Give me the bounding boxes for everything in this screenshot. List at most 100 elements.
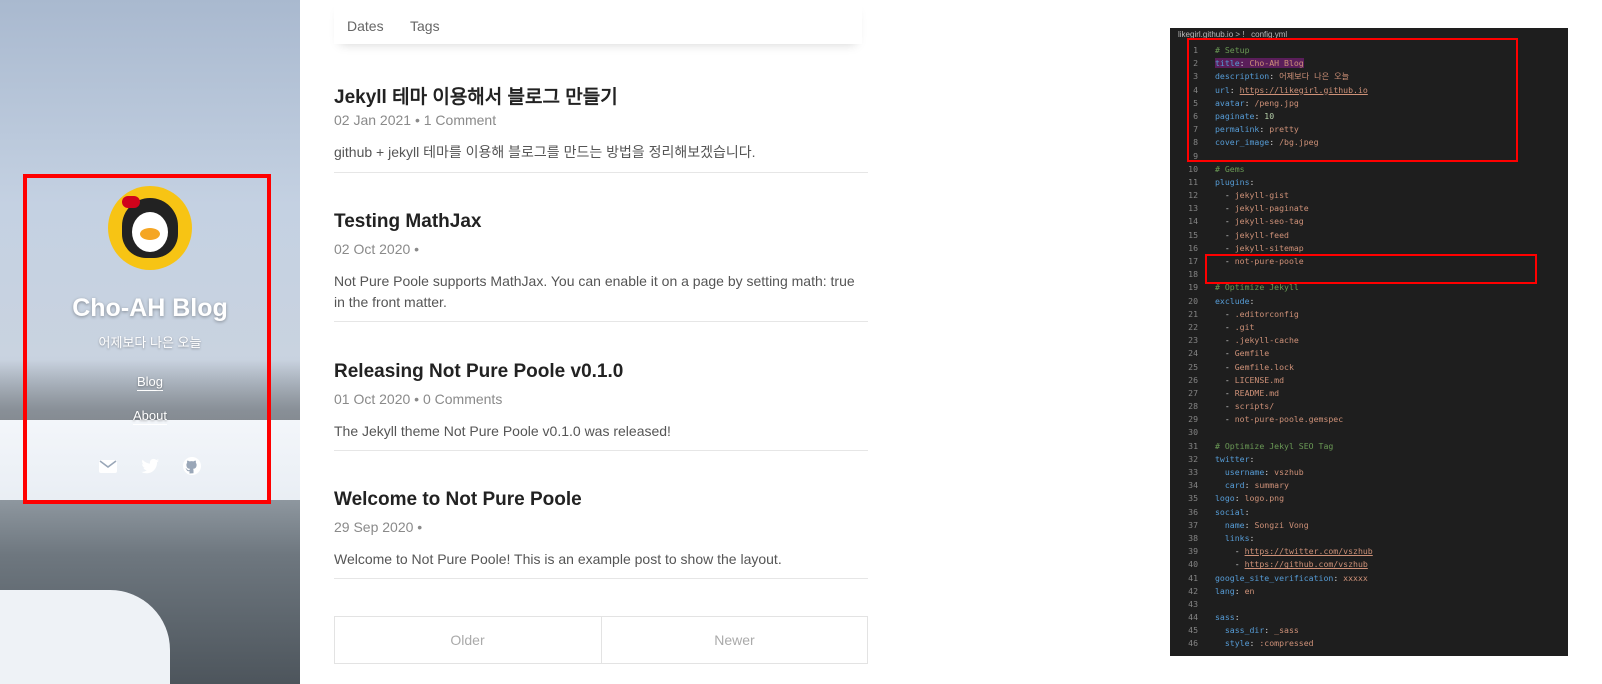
code-token: google_site_verification [1215, 572, 1334, 583]
code-line[interactable]: 40 - https://github.com/vszhub [1170, 558, 1568, 571]
code-line[interactable]: 21 - .editorconfig [1170, 308, 1568, 321]
line-text: sass_dir: _sass [1215, 624, 1299, 637]
line-text: - jekyll-seo-tag [1215, 215, 1304, 228]
code-line[interactable]: 37 name: Songzi Vong [1170, 519, 1568, 532]
line-text: sass: [1215, 611, 1240, 624]
code-line[interactable]: 32 twitter: [1170, 453, 1568, 466]
post-excerpt: The Jekyll theme Not Pure Poole v0.1.0 w… [334, 423, 671, 439]
sidebar-highlight-box [23, 174, 271, 504]
code-token: Songzi Vong [1254, 519, 1309, 530]
code-line[interactable]: 10 # Gems [1170, 163, 1568, 176]
line-number: 37 [1188, 519, 1198, 530]
line-number: 41 [1188, 572, 1198, 583]
code-line[interactable]: 30 [1170, 426, 1568, 439]
code-line[interactable]: 41 google_site_verification: xxxxx [1170, 572, 1568, 585]
code-line[interactable]: 11 plugins: [1170, 176, 1568, 189]
code-token: - [1215, 559, 1245, 570]
code-line[interactable]: 42 lang: en [1170, 585, 1568, 598]
line-number: 26 [1188, 374, 1198, 385]
code-token: : [1234, 585, 1245, 596]
line-number: 12 [1188, 190, 1198, 201]
code-token: : [1264, 625, 1275, 636]
line-text: - .editorconfig [1215, 308, 1299, 321]
line-text: - scripts/ [1215, 400, 1274, 413]
line-number: 44 [1188, 612, 1198, 623]
tab-dates[interactable]: Dates [347, 18, 384, 34]
code-token: card [1215, 480, 1245, 491]
code-token: logo.png [1244, 493, 1285, 504]
post-title[interactable]: Welcome to Not Pure Poole [334, 489, 582, 511]
older-button[interactable]: Older [335, 617, 600, 663]
post-meta: 02 Oct 2020 • [334, 241, 420, 257]
line-number: 46 [1188, 638, 1198, 649]
code-line[interactable]: 24 - Gemfile [1170, 347, 1568, 360]
code-token: sass [1215, 612, 1235, 623]
code-line[interactable]: 33 username: vszhub [1170, 466, 1568, 479]
code-line[interactable]: 25 - Gemfile.lock [1170, 361, 1568, 374]
code-line[interactable]: 13 - jekyll-paginate [1170, 202, 1568, 215]
code-line[interactable]: 15 - jekyll-feed [1170, 229, 1568, 242]
code-token: : [1249, 295, 1255, 306]
code-line[interactable]: 46 style: :compressed [1170, 637, 1568, 650]
code-line[interactable]: 12 - jekyll-gist [1170, 189, 1568, 202]
code-token: lang [1215, 585, 1235, 596]
code-token: https://twitter.com/vszhub [1244, 546, 1373, 557]
code-token: :compressed [1259, 638, 1314, 649]
code-line[interactable]: 38 links: [1170, 532, 1568, 545]
code-line[interactable]: 43 [1170, 598, 1568, 611]
code-token: LICENSE.md [1234, 374, 1285, 385]
code-token: : [1249, 638, 1260, 649]
post-title[interactable]: Releasing Not Pure Poole v0.1.0 [334, 361, 623, 383]
code-token: # Gems [1215, 163, 1245, 174]
post-title[interactable]: Jekyll 테마 이용해서 블로그 만들기 [334, 82, 618, 109]
line-number: 14 [1188, 216, 1198, 227]
line-text: exclude: [1215, 295, 1254, 308]
line-text: - https://github.com/vszhub [1215, 558, 1368, 571]
line-text: - jekyll-gist [1215, 189, 1289, 202]
post-title[interactable]: Testing MathJax [334, 211, 481, 233]
code-line[interactable]: 45 sass_dir: _sass [1170, 624, 1568, 637]
code-line[interactable]: 35 logo: logo.png [1170, 492, 1568, 505]
code-line[interactable]: 22 - .git [1170, 321, 1568, 334]
code-token: : [1249, 453, 1255, 464]
tab-tags[interactable]: Tags [410, 18, 440, 34]
code-line[interactable]: 28 - scripts/ [1170, 400, 1568, 413]
line-text: lang: en [1215, 585, 1254, 598]
post-item: Releasing Not Pure Poole v0.1.0 01 Oct 2… [334, 361, 868, 451]
line-text: # Gems [1215, 163, 1245, 176]
code-line[interactable]: 27 - README.md [1170, 387, 1568, 400]
code-token: .editorconfig [1234, 308, 1299, 319]
newer-button[interactable]: Newer [602, 617, 867, 663]
post-item: Jekyll 테마 이용해서 블로그 만들기 02 Jan 2021 • 1 C… [334, 82, 868, 173]
code-token: : [1333, 572, 1344, 583]
code-line[interactable]: 31 # Optimize Jekyl SEO Tag [1170, 440, 1568, 453]
code-line[interactable]: 14 - jekyll-seo-tag [1170, 215, 1568, 228]
code-line[interactable]: 44 sass: [1170, 611, 1568, 624]
line-number: 21 [1188, 308, 1198, 319]
code-token: - [1215, 335, 1235, 346]
code-line[interactable]: 36 social: [1170, 506, 1568, 519]
code-token: social [1215, 506, 1245, 517]
code-line[interactable]: 26 - LICENSE.md [1170, 374, 1568, 387]
code-line[interactable]: 29 - not-pure-poole.gemspec [1170, 413, 1568, 426]
line-number: 19 [1188, 282, 1198, 293]
code-token: : [1249, 176, 1255, 187]
code-line[interactable]: 23 - .jekyll-cache [1170, 334, 1568, 347]
post-excerpt: Not Pure Poole supports MathJax. You can… [334, 273, 855, 310]
line-number: 18 [1188, 269, 1198, 280]
line-text: - jekyll-paginate [1215, 202, 1309, 215]
line-number: 45 [1188, 625, 1198, 636]
post-meta: 02 Jan 2021 • 1 Comment [334, 112, 497, 128]
code-token: username [1215, 467, 1265, 477]
snowbank [0, 590, 170, 684]
code-token: https://github.com/vszhub [1244, 559, 1368, 570]
code-line[interactable]: 34 card: summary [1170, 479, 1568, 492]
code-line[interactable]: 39 - https://twitter.com/vszhub [1170, 545, 1568, 558]
line-number: 20 [1188, 295, 1198, 306]
line-number: 33 [1188, 467, 1198, 477]
line-number: 17 [1188, 256, 1198, 266]
code-line[interactable]: 20 exclude: [1170, 295, 1568, 308]
code-token: style [1215, 638, 1250, 649]
setup-highlight-box [1187, 38, 1518, 162]
code-token: scripts/ [1234, 401, 1275, 412]
